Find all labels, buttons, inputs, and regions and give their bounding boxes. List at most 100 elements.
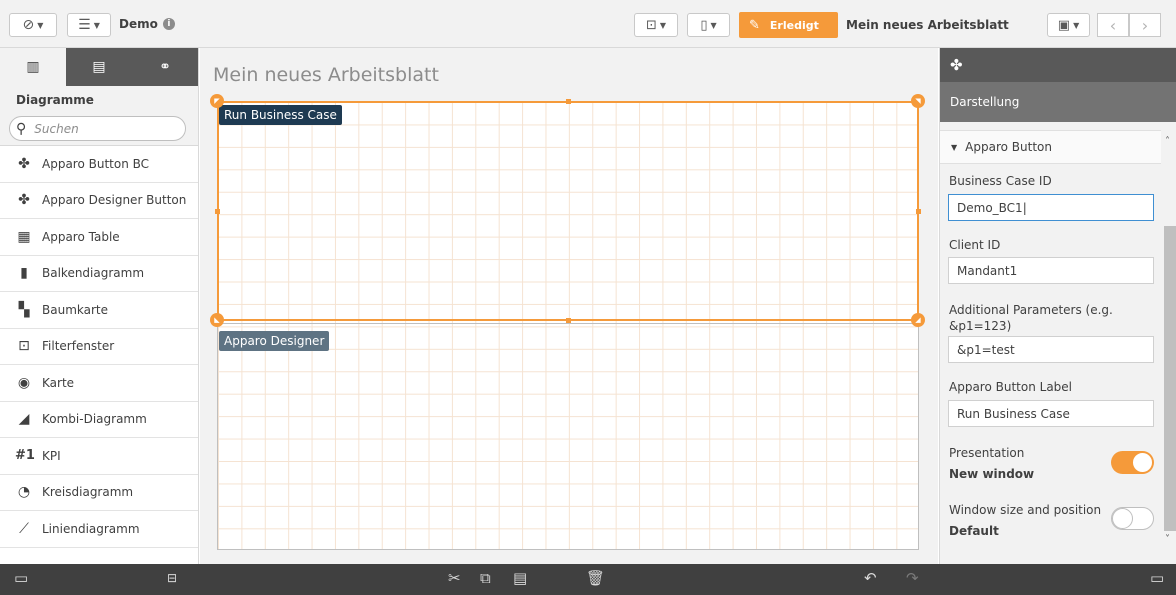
resize-handle-top-right-icon[interactable]: ◥ xyxy=(911,94,925,108)
scroll-up-icon[interactable]: ˄ xyxy=(1165,136,1170,147)
list-item[interactable]: ✤ Apparo Designer Button xyxy=(0,183,198,219)
search-wrapper: ⚲ Suchen xyxy=(0,114,198,146)
selected-object-frame[interactable] xyxy=(217,101,919,321)
toggle-left-panel-icon[interactable]: ▭ xyxy=(14,569,28,587)
previous-sheet-button[interactable]: ‹ xyxy=(1097,13,1129,37)
bar-chart-icon: ▥ xyxy=(26,59,40,75)
resize-handle-bottom-right-icon[interactable]: ◢ xyxy=(911,313,925,327)
business-case-id-field[interactable]: Demo_BC1 | xyxy=(948,194,1154,221)
apparo-designer-object[interactable] xyxy=(217,323,919,550)
list-item[interactable]: ⟋ Liniendiagramm xyxy=(0,511,198,548)
properties-scrollbar[interactable]: ˄ ˅ xyxy=(1161,130,1176,564)
table-icon: ▦ xyxy=(17,228,31,245)
list-item-label: KPI xyxy=(42,448,61,463)
window-size-toggle[interactable] xyxy=(1111,507,1154,530)
list-item-label: Kreisdiagramm xyxy=(42,485,134,500)
list-item[interactable]: ▦ Apparo Table xyxy=(0,219,198,256)
caret-down-icon: ▼ xyxy=(37,20,44,30)
resize-handle-right[interactable] xyxy=(916,209,921,214)
apparo-button-section[interactable]: ▼ Apparo Button xyxy=(940,130,1161,164)
tab-appearance[interactable]: Darstellung xyxy=(940,82,1176,122)
combo-chart-icon: ◢ xyxy=(18,411,30,428)
additional-parameters-label: Additional Parameters (e.g. &p1=123) xyxy=(949,303,1113,333)
filter-pane-icon: ⊡ xyxy=(18,338,30,355)
list-item-label: Baumkarte xyxy=(42,302,108,317)
list-item[interactable]: ✤ Apparo Button BC xyxy=(0,146,198,183)
next-sheet-button[interactable]: › xyxy=(1129,13,1161,37)
list-item-label: Liniendiagramm xyxy=(42,521,140,536)
presentation-toggle[interactable] xyxy=(1111,451,1154,474)
line-chart-icon: ⟋ xyxy=(19,520,29,537)
variables-icon[interactable]: ⊟ xyxy=(167,571,177,585)
presentation-label: Presentation xyxy=(949,446,1025,460)
button-label-field[interactable]: Run Business Case xyxy=(948,400,1154,427)
present-button[interactable]: ⊡ ▼ xyxy=(634,13,678,37)
undo-icon[interactable]: ↶ xyxy=(864,569,877,587)
sheets-menu-button[interactable]: ▣ ▼ xyxy=(1047,13,1090,37)
properties-panel: ✤ Darstellung ▼ Apparo Button Business C… xyxy=(939,48,1176,564)
pie-chart-icon: ◔ xyxy=(17,484,31,501)
caret-down-icon: ▼ xyxy=(1073,20,1080,30)
copy-icon[interactable]: ⧉ xyxy=(480,569,491,587)
list-item[interactable]: ⊡ Filterfenster xyxy=(0,329,198,365)
apparo-designer-button[interactable]: Apparo Designer xyxy=(219,331,330,351)
resize-handle-bottom-left-icon[interactable]: ◣ xyxy=(210,313,224,327)
chevron-left-icon: ‹ xyxy=(1109,15,1117,35)
assets-tabs: ▥ ▤ ⚭ xyxy=(0,48,198,86)
tab-charts[interactable]: ▥ xyxy=(0,48,66,86)
chart-list: ✤ Apparo Button BC ✤ Apparo Designer Butto… xyxy=(0,146,198,548)
redo-icon[interactable]: ↷ xyxy=(906,569,919,587)
info-icon[interactable]: i xyxy=(162,18,175,30)
paste-icon[interactable]: ▤ xyxy=(513,569,527,587)
button-label-label: Apparo Button Label xyxy=(949,380,1073,394)
tab-fields[interactable]: ▤ xyxy=(66,48,132,86)
additional-parameters-value: &p1=test xyxy=(957,342,1015,357)
treemap-icon: ▚ xyxy=(18,301,30,318)
bottom-toolbar: ▭ ⊟ ✂ ⧉ ▤ 🗑 ↶ ↷ ▭ xyxy=(0,564,1176,595)
puzzle-icon: ✤ xyxy=(950,56,963,74)
scrollbar-thumb[interactable] xyxy=(1164,226,1176,531)
toggle-right-panel-icon[interactable]: ▭ xyxy=(1150,569,1164,587)
properties-header: ✤ xyxy=(940,48,1176,82)
resize-handle-bottom[interactable] xyxy=(566,318,571,323)
client-id-field[interactable]: Mandant1 xyxy=(948,257,1154,284)
cut-icon[interactable]: ✂ xyxy=(448,569,461,587)
toggle-knob xyxy=(1112,508,1133,529)
additional-parameters-field[interactable]: &p1=test xyxy=(948,336,1154,363)
list-item[interactable]: ▚ Baumkarte xyxy=(0,292,198,329)
caret-down-icon: ▼ xyxy=(93,20,100,30)
presentation-icon: ⊡ xyxy=(645,17,657,33)
top-toolbar: ⊘ ▼ ☰ ▼ Demo i ⊡ ▼ ▯ ▼ ✎ Erledigt Mein neues… xyxy=(0,0,1176,48)
list-item-label: Karte xyxy=(42,375,75,390)
list-icon: ▤ xyxy=(92,59,106,75)
search-icon: ⚲ xyxy=(16,120,27,137)
list-item[interactable]: ◢ Kombi-Diagramm xyxy=(0,402,198,438)
search-input[interactable]: ⚲ Suchen xyxy=(9,116,186,141)
resize-handle-left[interactable] xyxy=(215,209,220,214)
toggle-knob xyxy=(1132,452,1153,473)
business-case-id-label: Business Case ID xyxy=(949,174,1052,188)
list-item-label: Balkendiagramm xyxy=(42,266,145,281)
button-label-value: Run Business Case xyxy=(957,406,1070,421)
section-title: Apparo Button xyxy=(965,140,1052,154)
sheet-canvas: Mein neues Arbeitsblatt Apparo Designer … xyxy=(200,48,938,564)
presentation-value: New window xyxy=(949,467,1035,481)
list-item[interactable]: ◉ Karte xyxy=(0,365,198,402)
navigation-menu-button[interactable]: ⊘ ▼ xyxy=(9,13,57,37)
resize-handle-top-left-icon[interactable]: ◤ xyxy=(210,94,224,108)
app-title: Demo i xyxy=(119,17,175,31)
list-item[interactable]: ▮ Balkendiagramm xyxy=(0,256,198,292)
scroll-down-icon[interactable]: ˅ xyxy=(1165,534,1170,545)
sheet-title[interactable]: Mein neues Arbeitsblatt xyxy=(213,64,439,86)
list-item[interactable]: #1 KPI xyxy=(0,438,198,475)
run-business-case-button[interactable]: Run Business Case xyxy=(219,105,342,125)
kpi-icon: #1 xyxy=(15,448,35,464)
list-item[interactable]: ◔ Kreisdiagramm xyxy=(0,475,198,511)
tab-master-items[interactable]: ⚭ xyxy=(132,48,198,86)
resize-handle-top[interactable] xyxy=(566,99,571,104)
delete-icon[interactable]: 🗑 xyxy=(586,569,605,587)
bookmark-button[interactable]: ▯ ▼ xyxy=(687,13,730,37)
global-menu-button[interactable]: ☰ ▼ xyxy=(67,13,111,37)
client-id-value: Mandant1 xyxy=(957,263,1018,278)
done-editing-button[interactable]: ✎ Erledigt xyxy=(739,12,838,38)
